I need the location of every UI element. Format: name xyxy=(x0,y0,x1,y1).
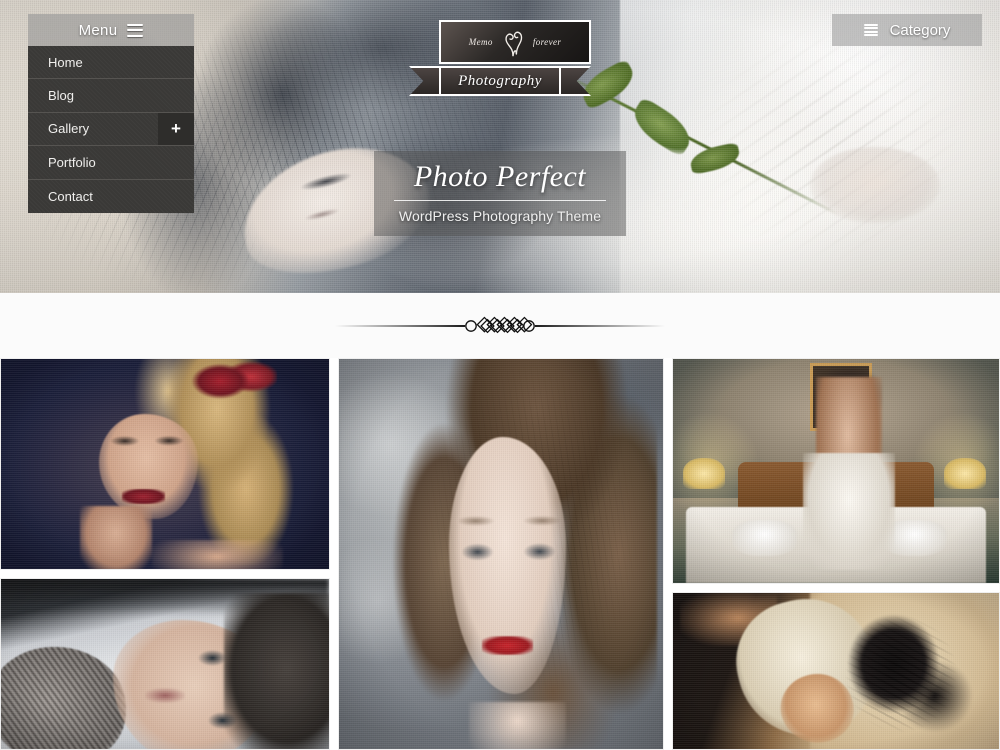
hero-caption: Photo Perfect WordPress Photography Them… xyxy=(374,151,626,236)
diamond-lattice-divider-icon xyxy=(335,313,665,339)
menu-item-label: Blog xyxy=(48,88,75,104)
gallery-column-1 xyxy=(0,358,330,750)
menu-item-label: Gallery xyxy=(48,121,90,137)
gallery-photo xyxy=(1,359,329,569)
gallery-photo xyxy=(1,579,329,749)
gallery-tile[interactable] xyxy=(672,358,1000,584)
gallery-photo xyxy=(339,359,663,749)
menu-toggle-header[interactable]: Menu xyxy=(28,14,194,46)
list-icon xyxy=(863,23,878,37)
hero-title: Photo Perfect xyxy=(413,160,587,193)
swirl-ornament-icon xyxy=(496,25,530,59)
logo-word-right: forever xyxy=(532,37,562,47)
menu-item-portfolio[interactable]: Portfolio xyxy=(28,146,194,180)
gallery-column-2 xyxy=(338,358,664,750)
logo-banner: Photography xyxy=(409,66,591,96)
menu-item-label: Home xyxy=(48,54,83,70)
site-logo[interactable]: Memo forever Photography xyxy=(409,20,591,96)
gallery-photo xyxy=(673,593,999,749)
gallery-tile[interactable] xyxy=(0,578,330,750)
expand-submenu-icon[interactable]: + xyxy=(158,112,194,146)
menu-item-blog[interactable]: Blog xyxy=(28,79,194,113)
gallery-tile[interactable] xyxy=(672,592,1000,750)
menu-item-label: Contact xyxy=(48,188,93,204)
logo-emblem: Memo forever xyxy=(439,20,591,64)
gallery-tile[interactable] xyxy=(0,358,330,570)
category-button-label: Category xyxy=(889,21,951,39)
menu-item-home[interactable]: Home xyxy=(28,46,194,80)
menu-item-label: Portfolio xyxy=(48,154,96,170)
photo-gallery-grid xyxy=(0,358,1000,750)
theme-preview-page: Menu Home Blog Gallery + Portfolio Conta… xyxy=(0,0,1000,750)
menu-item-list: Home Blog Gallery + Portfolio Contact xyxy=(28,46,194,213)
hamburger-icon[interactable] xyxy=(127,23,144,37)
hero-subtitle: WordPress Photography Theme xyxy=(398,207,602,224)
gallery-column-3 xyxy=(672,358,1000,750)
menu-item-contact[interactable]: Contact xyxy=(28,179,194,213)
section-divider-band xyxy=(0,293,1000,358)
menu-title: Menu xyxy=(78,21,118,39)
logo-word-left: Memo xyxy=(468,37,493,47)
main-navigation-menu[interactable]: Menu Home Blog Gallery + Portfolio Conta… xyxy=(28,14,194,213)
category-button[interactable]: Category xyxy=(832,14,982,46)
hero-section: Menu Home Blog Gallery + Portfolio Conta… xyxy=(0,0,1000,293)
hero-divider-rule xyxy=(394,199,606,201)
gallery-tile[interactable] xyxy=(338,358,664,750)
menu-item-gallery[interactable]: Gallery + xyxy=(28,112,194,147)
logo-banner-label: Photography xyxy=(458,72,542,89)
gallery-photo xyxy=(673,359,999,583)
